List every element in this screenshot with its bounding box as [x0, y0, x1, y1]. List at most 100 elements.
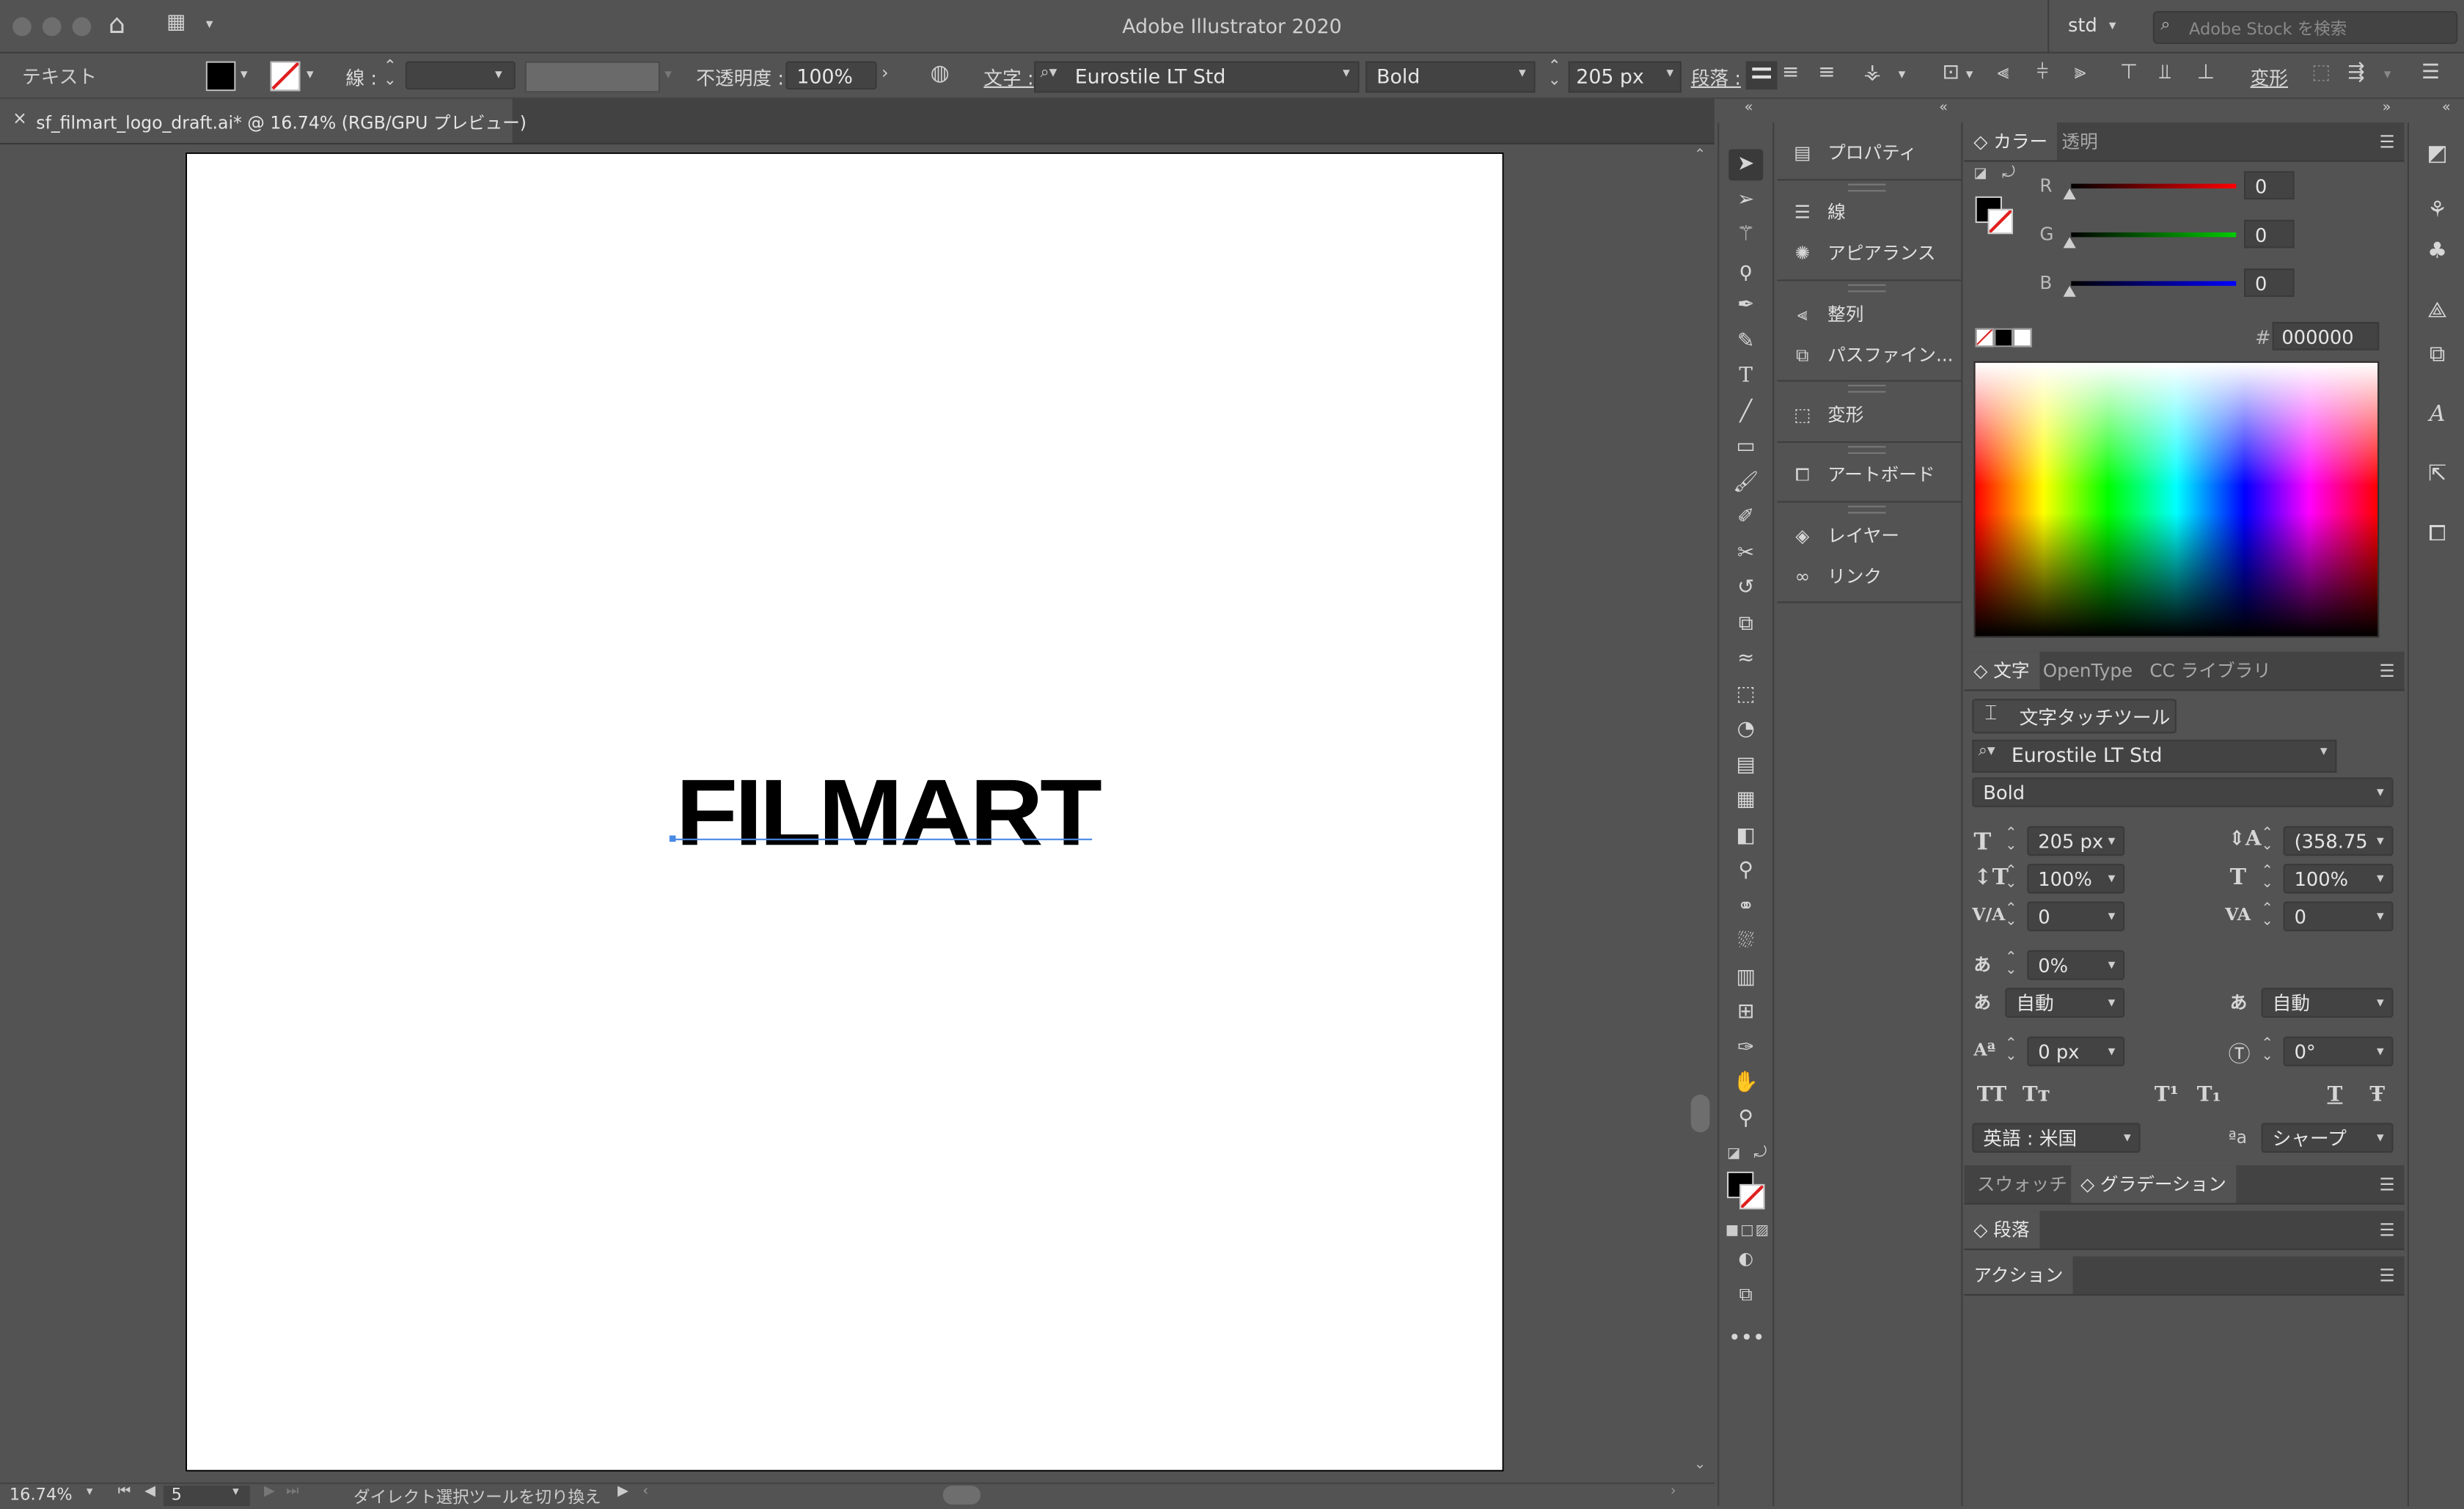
- chevron-down-icon[interactable]: ▾: [2109, 19, 2116, 34]
- lasso-icon[interactable]: ϙ: [1728, 256, 1763, 287]
- variable-width-profile[interactable]: [524, 61, 661, 93]
- width-tool-icon[interactable]: ≈: [1728, 644, 1763, 675]
- green-value[interactable]: 0: [2244, 219, 2295, 249]
- scroll-right-icon[interactable]: ›: [1671, 1484, 1676, 1499]
- stroke-panel-button[interactable]: ☰ 線: [1786, 195, 1846, 230]
- swap-colors-icon[interactable]: ⤾: [2002, 165, 2015, 183]
- pen-tool-icon[interactable]: ✒: [1728, 290, 1763, 322]
- blue-slider-handle[interactable]: [2063, 285, 2076, 297]
- tab-transparency[interactable]: 透明: [2053, 122, 2108, 160]
- asset-export-panel-icon[interactable]: ⧠: [2421, 518, 2453, 550]
- font-style-field[interactable]: Bold ▾: [1365, 61, 1536, 93]
- stock-search-input[interactable]: ⌕ Adobe Stock を検索: [2152, 10, 2458, 44]
- font-family-field[interactable]: ⌕▾ Eurostile LT Std ▾: [1034, 61, 1360, 93]
- none-color-chip[interactable]: [1975, 328, 1995, 348]
- horizontal-scroll-thumb[interactable]: [942, 1486, 981, 1505]
- tab-paragraph[interactable]: ◇ 段落: [1964, 1211, 2039, 1249]
- chevron-down-icon[interactable]: ▾: [307, 67, 314, 83]
- stepper-icon[interactable]: ⌃ ⌄: [2005, 951, 2017, 977]
- magic-wand-icon[interactable]: ⚚: [1728, 220, 1763, 252]
- touch-type-button[interactable]: ⌶ 文字タッチツール: [1972, 699, 2177, 734]
- graphic-styles-panel-icon[interactable]: ⟁: [2421, 295, 2453, 327]
- underline-button[interactable]: T: [2328, 1084, 2343, 1107]
- stepper-icon[interactable]: ⌃ ⌄: [2005, 827, 2017, 853]
- stepper-icon[interactable]: ⌃ ⌄: [2005, 1038, 2017, 1064]
- panel-menu-icon[interactable]: ☰: [2380, 1266, 2395, 1286]
- rectangle-tool-icon[interactable]: ▭: [1728, 432, 1763, 463]
- scroll-thumb[interactable]: [1690, 1094, 1710, 1133]
- green-slider-handle[interactable]: [2063, 237, 2076, 249]
- tab-gradient[interactable]: ◇ グラデーション: [2071, 1165, 2236, 1203]
- hex-value[interactable]: 000000: [2272, 322, 2380, 350]
- font-family-field[interactable]: ⌕▾ Eurostile LT Std ▾: [1972, 739, 2337, 773]
- tab-swatches[interactable]: スウォッチ: [1968, 1165, 2077, 1203]
- all-caps-button[interactable]: TT: [1977, 1084, 2006, 1107]
- tab-actions[interactable]: アクション: [1964, 1256, 2073, 1294]
- small-caps-button[interactable]: Tт: [2023, 1084, 2050, 1107]
- scale-tool-icon[interactable]: ⧉: [1728, 609, 1763, 641]
- align-center-icon[interactable]: ≡: [1782, 62, 1799, 85]
- free-transform-tool-icon[interactable]: ⬚: [1728, 680, 1763, 711]
- white-color-chip[interactable]: [2013, 328, 2032, 348]
- zoom-level[interactable]: 16.74%: [10, 1486, 73, 1505]
- tab-character[interactable]: ◇ 文字: [1964, 651, 2039, 690]
- stepper-icon[interactable]: ⌃ ⌄: [2262, 827, 2273, 853]
- links-panel-button[interactable]: ∞ リンク: [1786, 559, 1882, 593]
- chevron-down-icon[interactable]: ▾: [1666, 66, 1673, 81]
- symbol-sprayer-tool-icon[interactable]: ⛆: [1728, 927, 1763, 958]
- aki-right-dropdown[interactable]: 自動 ▾: [2261, 988, 2394, 1018]
- superscript-button[interactable]: T¹: [2155, 1084, 2179, 1107]
- default-colors-icon[interactable]: ◪: [1727, 1147, 1740, 1162]
- tsume-field[interactable]: 0% ▾: [2027, 950, 2125, 980]
- transform-panel-button[interactable]: ⬚ 変形: [1786, 397, 1863, 432]
- align-top-edges-icon[interactable]: ⊤: [2120, 62, 2138, 85]
- antialias-dropdown[interactable]: シャープ ▾: [2261, 1123, 2394, 1153]
- vertical-scale-field[interactable]: 100% ▾: [2027, 863, 2125, 894]
- shaper-tool-icon[interactable]: ✐: [1728, 502, 1763, 534]
- perspective-grid-tool-icon[interactable]: ▤: [1728, 751, 1763, 782]
- collapse-panels-icon[interactable]: «: [1745, 100, 1753, 116]
- chevron-down-icon[interactable]: ▾: [495, 67, 502, 83]
- shape-builder-tool-icon[interactable]: ◔: [1728, 715, 1763, 746]
- hand-tool-icon[interactable]: ✋: [1728, 1068, 1763, 1099]
- blue-slider[interactable]: [2071, 281, 2237, 286]
- workspace-switcher[interactable]: std: [2068, 14, 2097, 36]
- panel-menu-icon[interactable]: ☰: [2380, 1220, 2395, 1241]
- more-tools-icon[interactable]: •••: [1728, 1324, 1764, 1356]
- green-slider[interactable]: [2071, 232, 2237, 238]
- strikethrough-button[interactable]: Ŧ: [2369, 1084, 2385, 1107]
- first-artboard-icon[interactable]: ⏮: [118, 1484, 131, 1499]
- recolor-artwork-icon[interactable]: ◍: [931, 62, 950, 87]
- color-mode-icons[interactable]: ■□▨: [1726, 1223, 1770, 1238]
- panel-menu-icon[interactable]: ☰: [2380, 1175, 2395, 1195]
- document-tab[interactable]: × sf_filmart_logo_draft.ai* @ 16.74% (RG…: [0, 98, 527, 143]
- learn-panel-icon[interactable]: ◩: [2421, 138, 2453, 169]
- export-panel-icon[interactable]: ⇱: [2421, 458, 2453, 490]
- eyedropper-tool-icon[interactable]: ⚲: [1728, 856, 1763, 887]
- align-panel-button[interactable]: ⫷ 整列: [1786, 297, 1864, 331]
- language-dropdown[interactable]: 英語 : 米国 ▾: [1972, 1123, 2141, 1153]
- chevron-right-icon[interactable]: ›: [881, 63, 888, 84]
- column-graph-tool-icon[interactable]: ▥: [1728, 963, 1763, 994]
- scroll-down-icon[interactable]: ⌄: [1694, 1458, 1706, 1473]
- blend-tool-icon[interactable]: ⚭: [1728, 892, 1763, 924]
- symbols-panel-icon[interactable]: ♣: [2421, 235, 2453, 267]
- stroke-swatch[interactable]: [1739, 1183, 1765, 1210]
- transform-label[interactable]: 変形: [2251, 65, 2288, 91]
- align-right-icon[interactable]: ≡: [1818, 62, 1835, 85]
- expand-panels-icon[interactable]: »: [2383, 100, 2391, 116]
- screen-mode-icon[interactable]: ⧉: [1728, 1278, 1763, 1310]
- artboard[interactable]: FILMART: [185, 152, 1504, 1472]
- status-menu-icon[interactable]: ▶: [617, 1484, 628, 1499]
- align-right-edges-icon[interactable]: ⫸: [2075, 62, 2086, 85]
- chevron-down-icon[interactable]: ▾: [232, 1484, 239, 1498]
- arrange-icon[interactable]: ⇶: [2347, 62, 2364, 85]
- leading-field[interactable]: (358.75 ▾: [2283, 826, 2394, 856]
- align-left-edges-icon[interactable]: ⫷: [1998, 62, 2009, 85]
- align-to-icon[interactable]: ⊡: [1943, 62, 1959, 85]
- red-slider[interactable]: [2071, 183, 2237, 189]
- character-styles-panel-icon[interactable]: ⧉: [2421, 339, 2453, 371]
- canvas-area[interactable]: FILMART: [0, 144, 1688, 1483]
- opacity-field[interactable]: 100%: [785, 61, 877, 90]
- previous-artboard-icon[interactable]: ◀: [144, 1484, 155, 1499]
